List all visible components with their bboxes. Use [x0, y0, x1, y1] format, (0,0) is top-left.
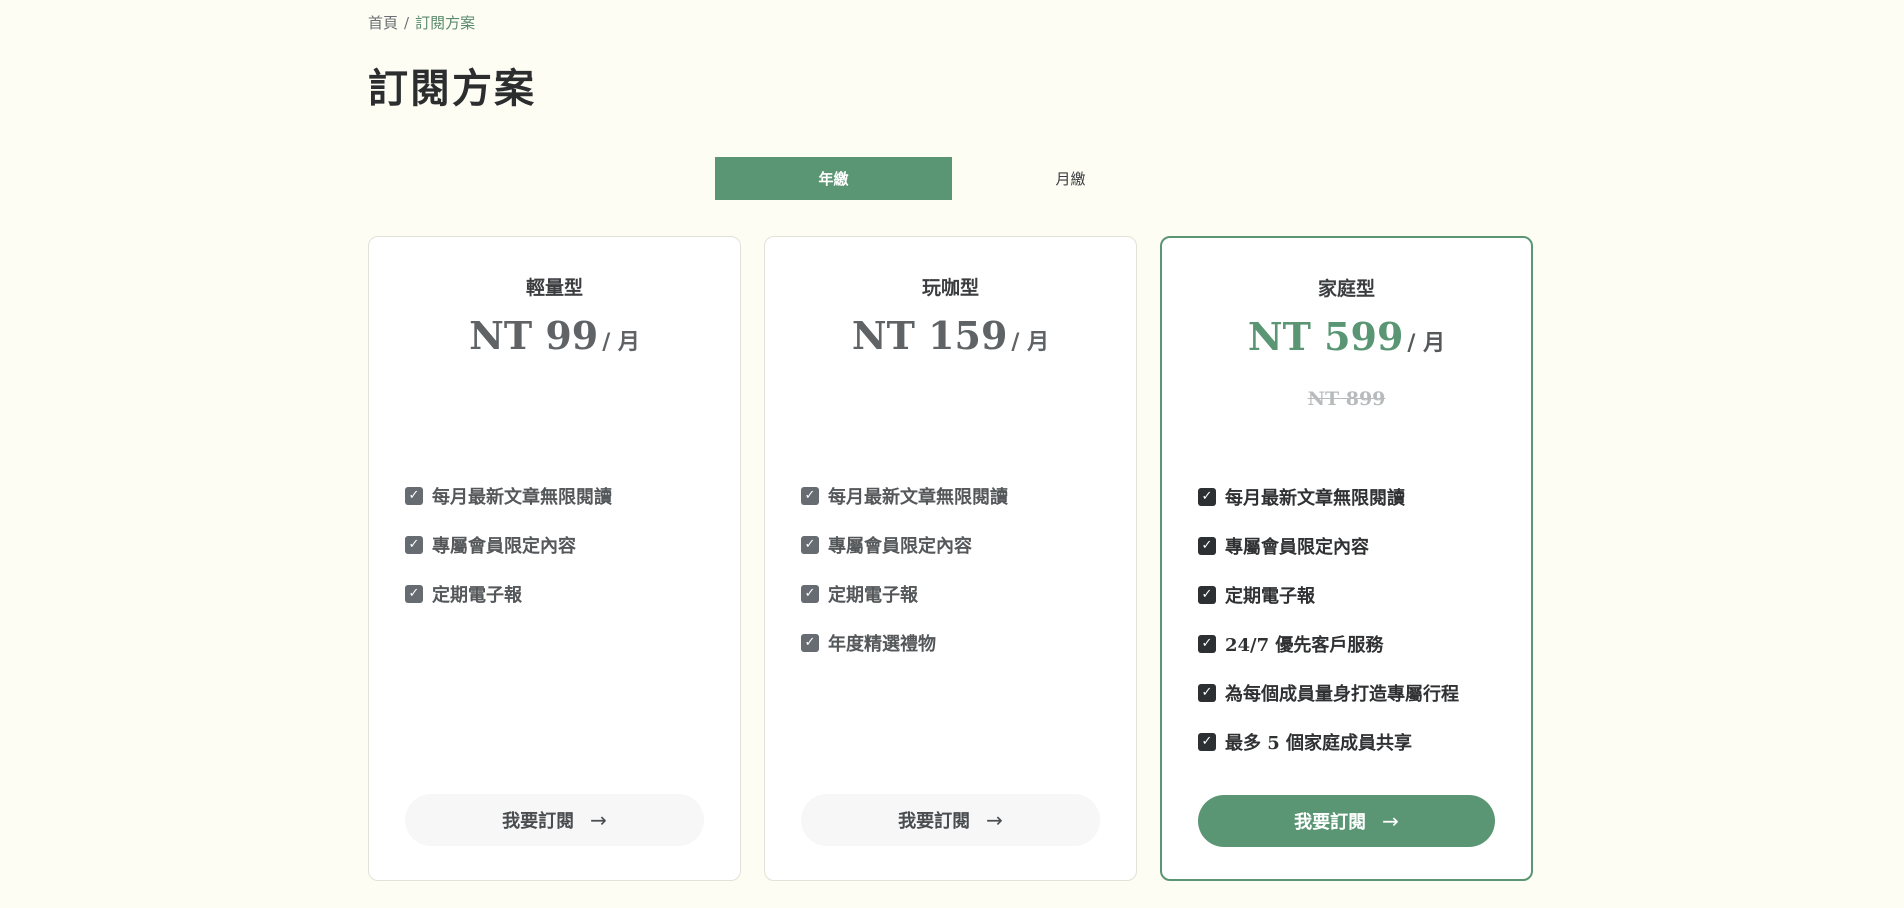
feature-item: ✓ 定期電子報 — [405, 569, 720, 618]
feature-label: 專屬會員限定內容 — [432, 535, 576, 557]
breadcrumb: 首頁 / 訂閱方案 — [368, 12, 475, 33]
feature-item: ✓ 年度精選禮物 — [801, 618, 1116, 667]
checkbox-checked-icon: ✓ — [405, 535, 423, 554]
checkbox-checked-icon: ✓ — [1198, 536, 1216, 555]
checkbox-checked-icon: ✓ — [801, 486, 819, 505]
arrow-right-icon: → — [590, 808, 607, 832]
feature-label: 定期電子報 — [1225, 585, 1315, 607]
feature-list: ✓ 每月最新文章無限閱讀 ✓ 專屬會員限定內容 ✓ 定期電子報 ✓ 24/7 優先客戶服… — [1198, 472, 1511, 766]
feature-label: 最多 5 個家庭成員共享 — [1225, 732, 1413, 754]
page-title: 訂閱方案 — [368, 65, 536, 112]
feature-item: ✓ 每月最新文章無限閱讀 — [405, 471, 720, 520]
checkbox-checked-icon: ✓ — [1198, 634, 1216, 653]
checkbox-checked-icon: ✓ — [1198, 487, 1216, 506]
pricing-page: 首頁 / 訂閱方案 訂閱方案 年繳 月繳 輕量型 NT 99/ 月 ✓ 每月最新文… — [0, 0, 1904, 908]
plan-name: 玩咖型 — [921, 277, 979, 299]
feature-list: ✓ 每月最新文章無限閱讀 ✓ 專屬會員限定內容 ✓ 定期電子報 ✓ 年度精選禮物 — [801, 471, 1116, 667]
billing-yearly-tab[interactable]: 年繳 — [715, 157, 952, 200]
feature-item: ✓ 為每個成員量身打造專屬行程 — [1198, 668, 1511, 717]
subscribe-button[interactable]: 我要訂閱 → — [405, 794, 704, 846]
breadcrumb-home-link[interactable]: 首頁 — [368, 12, 398, 33]
checkbox-checked-icon: ✓ — [1198, 683, 1216, 702]
checkbox-checked-icon: ✓ — [405, 486, 423, 505]
original-price: NT 899 — [1307, 388, 1386, 410]
subscribe-label: 我要訂閱 — [1294, 812, 1367, 833]
feature-list: ✓ 每月最新文章無限閱讀 ✓ 專屬會員限定內容 ✓ 定期電子報 — [405, 471, 720, 618]
plan-price: NT 99/ 月 — [369, 313, 740, 358]
subscribe-label: 我要訂閱 — [898, 811, 971, 832]
subscribe-label: 我要訂閱 — [502, 811, 575, 832]
subscribe-button[interactable]: 我要訂閱 → — [801, 794, 1100, 846]
feature-label: 為每個成員量身打造專屬行程 — [1225, 683, 1459, 705]
price-amount: NT 99 — [469, 313, 599, 358]
feature-item: ✓ 專屬會員限定內容 — [405, 520, 720, 569]
feature-label: 專屬會員限定內容 — [828, 535, 972, 557]
plan-price: NT 599/ 月 — [1162, 314, 1531, 359]
checkbox-checked-icon: ✓ — [801, 535, 819, 554]
feature-item: ✓ 每月最新文章無限閱讀 — [1198, 472, 1511, 521]
arrow-right-icon: → — [1382, 809, 1399, 833]
price-period: / 月 — [1407, 330, 1446, 356]
checkbox-checked-icon: ✓ — [1198, 585, 1216, 604]
price-period: / 月 — [602, 329, 640, 355]
feature-label: 定期電子報 — [432, 584, 522, 606]
feature-label: 定期電子報 — [828, 584, 918, 606]
price-amount: NT 599 — [1247, 314, 1404, 359]
feature-item: ✓ 24/7 優先客戶服務 — [1198, 619, 1511, 668]
plan-card-light: 輕量型 NT 99/ 月 ✓ 每月最新文章無限閱讀 ✓ 專屬會員限定內容 ✓ 定期電子… — [368, 236, 741, 881]
checkbox-checked-icon: ✓ — [801, 633, 819, 652]
price-period: / 月 — [1011, 329, 1050, 355]
feature-item: ✓ 最多 5 個家庭成員共享 — [1198, 717, 1511, 766]
billing-toggle: 年繳 月繳 — [715, 157, 1189, 200]
feature-label: 24/7 優先客戶服務 — [1225, 634, 1384, 656]
checkbox-checked-icon: ✓ — [405, 584, 423, 603]
plan-card-family: 家庭型 NT 599/ 月 NT 899 ✓ 每月最新文章無限閱讀 ✓ 專屬會員限定… — [1160, 236, 1533, 881]
feature-item: ✓ 定期電子報 — [1198, 570, 1511, 619]
feature-item: ✓ 定期電子報 — [801, 569, 1116, 618]
plan-name: 輕量型 — [525, 277, 583, 299]
feature-item: ✓ 每月最新文章無限閱讀 — [801, 471, 1116, 520]
plan-card-player: 玩咖型 NT 159/ 月 ✓ 每月最新文章無限閱讀 ✓ 專屬會員限定內容 ✓ 定期電… — [764, 236, 1137, 881]
feature-label: 每月最新文章無限閱讀 — [1225, 487, 1405, 509]
checkbox-checked-icon: ✓ — [801, 584, 819, 603]
breadcrumb-current: 訂閱方案 — [415, 14, 476, 32]
feature-item: ✓ 專屬會員限定內容 — [1198, 521, 1511, 570]
feature-label: 每月最新文章無限閱讀 — [828, 486, 1008, 508]
plan-price: NT 159/ 月 — [765, 313, 1136, 358]
billing-monthly-tab[interactable]: 月繳 — [952, 157, 1189, 200]
feature-item: ✓ 專屬會員限定內容 — [801, 520, 1116, 569]
checkbox-checked-icon: ✓ — [1198, 732, 1216, 751]
arrow-right-icon: → — [986, 808, 1003, 832]
feature-label: 專屬會員限定內容 — [1225, 536, 1369, 558]
plan-name: 家庭型 — [1317, 278, 1375, 300]
breadcrumb-separator: / — [404, 13, 410, 32]
feature-label: 年度精選禮物 — [828, 633, 936, 655]
price-amount: NT 159 — [851, 313, 1008, 358]
subscribe-button[interactable]: 我要訂閱 → — [1198, 795, 1495, 847]
feature-label: 每月最新文章無限閱讀 — [432, 486, 612, 508]
